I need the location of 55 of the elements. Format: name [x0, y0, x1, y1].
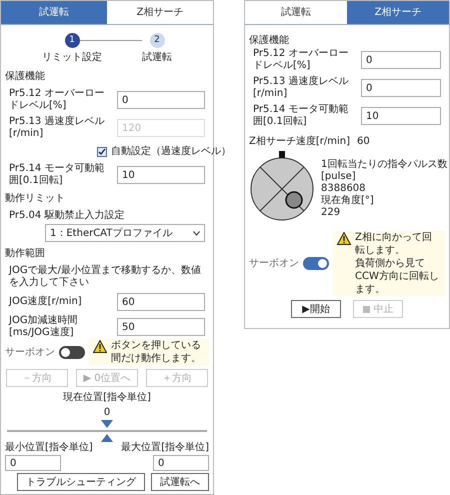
servo-label: サーボオン	[5, 346, 55, 360]
checkbox-label: 自動設定（過速度レベル）	[111, 144, 231, 159]
input-field[interactable]: 0	[361, 79, 441, 97]
field-label: Pr5.04 駆動禁止入力設定	[9, 210, 126, 222]
tab[interactable]: 試運転	[1, 1, 107, 25]
step-label: 試運転	[142, 50, 172, 65]
position-label: 現在位置[指令単位]	[63, 390, 151, 405]
section-heading: 保護機能	[248, 34, 290, 48]
warning-text: 負荷側から見てCCW方向に回転します。	[355, 257, 440, 296]
toggle-switch[interactable]	[59, 346, 85, 358]
input-field[interactable]: 0	[361, 51, 441, 69]
input-field[interactable]: 0	[117, 91, 205, 109]
toggle-switch[interactable]	[303, 257, 329, 270]
dropdown[interactable]: 1：EtherCATプロファイル	[45, 224, 205, 242]
section-heading: 保護機能	[4, 70, 46, 84]
field-label: Pr5.14 モータ可動範囲[0.1回転]	[253, 104, 350, 128]
field-label: Pr5.13 過速度レベル[r/min]	[253, 76, 350, 100]
max-label: 最大位置[指令単位]	[121, 440, 209, 455]
start-button[interactable]: ▶開始	[291, 300, 341, 318]
warning-text: ボタンを押している間だけ動作します。	[111, 339, 202, 365]
servo-label: サーボオン	[249, 257, 299, 271]
footer-button[interactable]: 試運転へ	[151, 473, 209, 491]
input-field[interactable]: 0	[153, 455, 209, 471]
section-heading: 動作リミット	[4, 192, 66, 206]
step-label: リミット設定	[42, 50, 102, 65]
speed-value: 60	[357, 135, 370, 149]
warning-text: Z相に向かって回転します。	[355, 231, 433, 257]
input-field[interactable]: 10	[117, 166, 205, 184]
input-field[interactable]: 10	[361, 107, 441, 125]
info-label: 1回転当たりの指令パルス数[pulse]	[321, 159, 448, 183]
input-field[interactable]: 60	[117, 293, 205, 311]
info-label: 現在角度[°]	[321, 195, 375, 207]
input-field[interactable]: 50	[117, 318, 205, 336]
speed-label: Z相サーチ速度[r/min]	[249, 134, 351, 149]
field-label: Pr5.12 オーバーロードレベル[%]	[253, 48, 350, 72]
checkbox[interactable]	[97, 146, 107, 156]
tab[interactable]: Z相サーチ	[347, 1, 449, 25]
note-text: JOGで最大/最小位置まで移動するか、数値を入力して下さい	[8, 265, 202, 289]
min-label: 最小位置[指令単位]	[5, 440, 93, 455]
warning-icon	[93, 340, 107, 353]
input-field[interactable]: 0	[5, 455, 61, 471]
field-label: Pr5.14 モータ可動範囲[0.1回転]	[9, 163, 106, 187]
field-label: JOG速度[r/min]	[9, 296, 83, 308]
position-value: 0	[102, 406, 112, 420]
footer-button[interactable]: トラブルシューティング	[17, 473, 145, 491]
field-label: JOG加減速時間[ms/JOG速度]	[9, 315, 79, 339]
field-label: Pr5.13 過速度レベル[r/min]	[9, 116, 106, 140]
slider-thumb[interactable]	[101, 420, 113, 442]
info-value: 8388608	[321, 183, 367, 194]
warning-icon	[337, 232, 351, 245]
chevron-down-icon	[193, 230, 200, 236]
field-label: Pr5.12 オーバーロードレベル[%]	[9, 88, 106, 112]
info-value: 229	[321, 207, 342, 219]
section-heading: 動作範囲	[4, 247, 46, 261]
stop-icon	[362, 306, 370, 312]
